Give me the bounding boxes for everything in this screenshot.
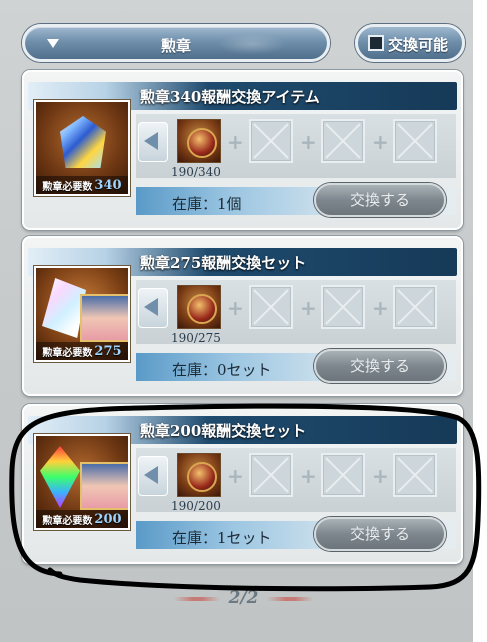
- reward-thumbnail[interactable]: 勲章必要数 200: [34, 434, 130, 530]
- back-arrow-icon: [144, 298, 158, 316]
- checkbox-icon[interactable]: [368, 35, 384, 51]
- exchange-button[interactable]: 交換する: [314, 517, 446, 551]
- required-medals: 勲章必要数 275: [36, 342, 128, 360]
- back-arrow-icon: [144, 466, 158, 484]
- stock-text: 在庫：1セット: [172, 529, 272, 547]
- exchange-button[interactable]: 交換する: [314, 183, 446, 217]
- card-title: 勲章275報酬交換セット: [140, 254, 307, 272]
- empty-slot: [321, 453, 365, 497]
- medal-icon[interactable]: [177, 453, 221, 497]
- exchangeable-toggle[interactable]: 交換可能: [355, 24, 465, 62]
- required-medals: 勲章必要数 340: [36, 176, 128, 194]
- empty-slot: [321, 119, 365, 163]
- medal-icon[interactable]: [177, 285, 221, 329]
- plus-icon: +: [227, 464, 244, 488]
- reward-card: 勲章275報酬交換セット 勲章必要数 275 190/275 + + + 在庫：…: [22, 236, 463, 396]
- reward-thumbnail[interactable]: 勲章必要数 275: [34, 266, 130, 362]
- required-medals-value: 340: [94, 177, 122, 193]
- plus-icon: +: [372, 130, 389, 154]
- exchange-button[interactable]: 交換する: [314, 349, 446, 383]
- category-dropdown-label: 勲章: [160, 37, 191, 55]
- page-indicator: 2/2: [228, 588, 259, 608]
- medal-count: 190/275: [171, 331, 221, 345]
- empty-slot: [249, 285, 293, 329]
- empty-slot: [249, 119, 293, 163]
- stock-text: 在庫：1個: [172, 195, 242, 213]
- category-dropdown[interactable]: 勲章: [22, 24, 330, 62]
- card-title: 勲章200報酬交換セット: [140, 422, 307, 440]
- pager: 2/2: [0, 588, 487, 610]
- pager-ornament-right: [267, 597, 313, 601]
- plus-icon: +: [372, 464, 389, 488]
- plus-icon: +: [300, 296, 317, 320]
- required-medals-value: 200: [94, 511, 122, 527]
- required-medals-label: 勲章必要数: [42, 347, 93, 359]
- required-medals-label: 勲章必要数: [42, 181, 93, 193]
- card-title: 勲章340報酬交換アイテム: [140, 88, 320, 106]
- exchangeable-toggle-label: 交換可能: [388, 36, 449, 54]
- reward-thumbnail[interactable]: 勲章必要数 340: [34, 100, 130, 196]
- plus-icon: +: [227, 130, 244, 154]
- right-edge-strip: [473, 0, 487, 642]
- gem-icon: [60, 116, 106, 168]
- reward-card: 勲章340報酬交換アイテム 勲章必要数 340 190/340 + + + 在庫…: [22, 70, 463, 230]
- plus-icon: +: [227, 296, 244, 320]
- required-medals: 勲章必要数 200: [36, 510, 128, 528]
- back-arrow-icon: [144, 132, 158, 150]
- medal-count: 190/340: [171, 165, 221, 179]
- empty-slot: [393, 453, 437, 497]
- stock-text: 在庫：0セット: [172, 361, 272, 379]
- required-medals-label: 勲章必要数: [42, 515, 93, 527]
- medal-count: 190/200: [171, 499, 221, 513]
- plus-icon: +: [300, 130, 317, 154]
- empty-slot: [321, 285, 365, 329]
- empty-slot: [393, 119, 437, 163]
- required-medals-value: 275: [94, 343, 122, 359]
- medal-icon[interactable]: [177, 119, 221, 163]
- plus-icon: +: [372, 296, 389, 320]
- reward-card: 勲章200報酬交換セット 勲章必要数 200 190/200 + + + 在庫：…: [22, 404, 463, 564]
- plus-icon: +: [300, 464, 317, 488]
- exchange-screen: 勲章 交換可能 勲章340報酬交換アイテム 勲章必要数 340 190/340 …: [0, 0, 487, 642]
- character-portrait: [80, 462, 128, 510]
- rainbow-crystal-icon: [40, 446, 80, 508]
- empty-slot: [249, 453, 293, 497]
- empty-slot: [393, 285, 437, 329]
- character-portrait: [80, 294, 128, 342]
